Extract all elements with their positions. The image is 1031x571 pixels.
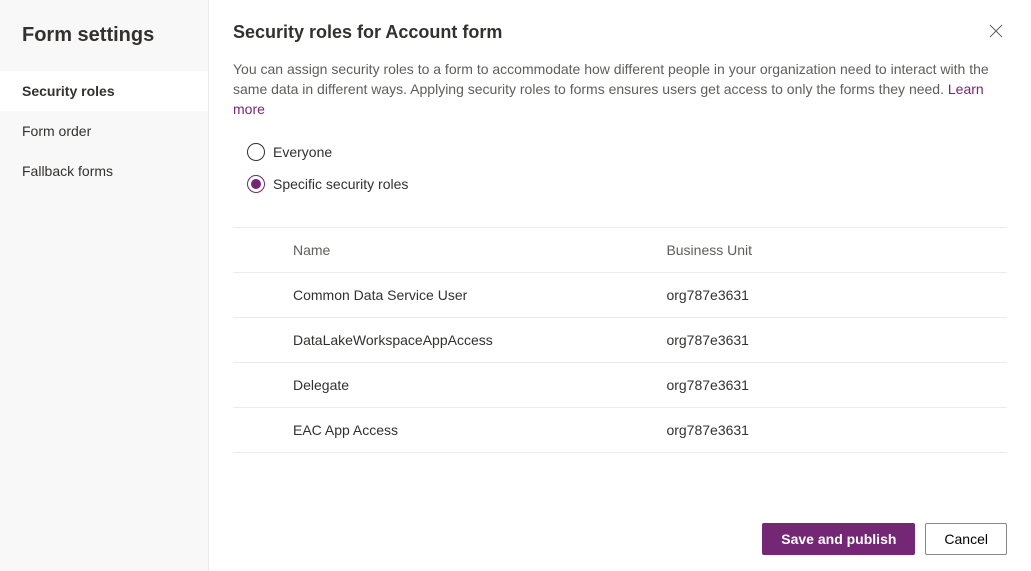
- table-row[interactable]: DataLakeWorkspaceAppAccess org787e3631: [233, 318, 1007, 363]
- table-scroll[interactable]: Name Business Unit Common Data Service U…: [233, 228, 1007, 499]
- cancel-button[interactable]: Cancel: [925, 523, 1007, 555]
- save-publish-button[interactable]: Save and publish: [762, 523, 915, 555]
- footer: Save and publish Cancel: [233, 515, 1007, 555]
- main-header: Security roles for Account form: [233, 22, 1007, 59]
- radio-label: Specific security roles: [273, 176, 408, 192]
- roles-table: Name Business Unit Common Data Service U…: [233, 228, 1007, 453]
- table-container: Name Business Unit Common Data Service U…: [233, 227, 1007, 499]
- description-text: You can assign security roles to a form …: [233, 59, 993, 119]
- radio-group: Everyone Specific security roles: [233, 143, 1007, 207]
- table-row[interactable]: Delegate org787e3631: [233, 363, 1007, 408]
- cell-business-unit: org787e3631: [666, 273, 1007, 318]
- column-header-name[interactable]: Name: [233, 228, 666, 273]
- description-body: You can assign security roles to a form …: [233, 61, 989, 97]
- table-body: Common Data Service User org787e3631 Dat…: [233, 273, 1007, 453]
- radio-dot-icon: [251, 179, 261, 189]
- sidebar-item-label: Form order: [22, 123, 91, 139]
- radio-circle-selected-icon: [247, 175, 265, 193]
- table-row[interactable]: EAC App Access org787e3631: [233, 408, 1007, 453]
- cell-name: Delegate: [233, 363, 666, 408]
- radio-label: Everyone: [273, 144, 332, 160]
- sidebar-title: Form settings: [0, 0, 208, 71]
- cell-business-unit: org787e3631: [666, 363, 1007, 408]
- cell-name: DataLakeWorkspaceAppAccess: [233, 318, 666, 363]
- column-header-business-unit[interactable]: Business Unit: [666, 228, 1007, 273]
- cell-business-unit: org787e3631: [666, 318, 1007, 363]
- cell-name: EAC App Access: [233, 408, 666, 453]
- sidebar-item-form-order[interactable]: Form order: [0, 111, 208, 151]
- cell-name: Common Data Service User: [233, 273, 666, 318]
- cell-business-unit: org787e3631: [666, 408, 1007, 453]
- sidebar-item-fallback-forms[interactable]: Fallback forms: [0, 151, 208, 191]
- sidebar-item-security-roles[interactable]: Security roles: [0, 71, 208, 111]
- table-header-row: Name Business Unit: [233, 228, 1007, 273]
- radio-circle-icon: [247, 143, 265, 161]
- radio-specific[interactable]: Specific security roles: [247, 175, 1007, 193]
- page-title: Security roles for Account form: [233, 22, 502, 43]
- close-icon[interactable]: [985, 22, 1007, 45]
- table-row[interactable]: Common Data Service User org787e3631: [233, 273, 1007, 318]
- main-panel: Security roles for Account form You can …: [209, 0, 1031, 571]
- radio-everyone[interactable]: Everyone: [247, 143, 1007, 161]
- sidebar: Form settings Security roles Form order …: [0, 0, 209, 571]
- sidebar-item-label: Security roles: [22, 83, 115, 99]
- sidebar-item-label: Fallback forms: [22, 163, 113, 179]
